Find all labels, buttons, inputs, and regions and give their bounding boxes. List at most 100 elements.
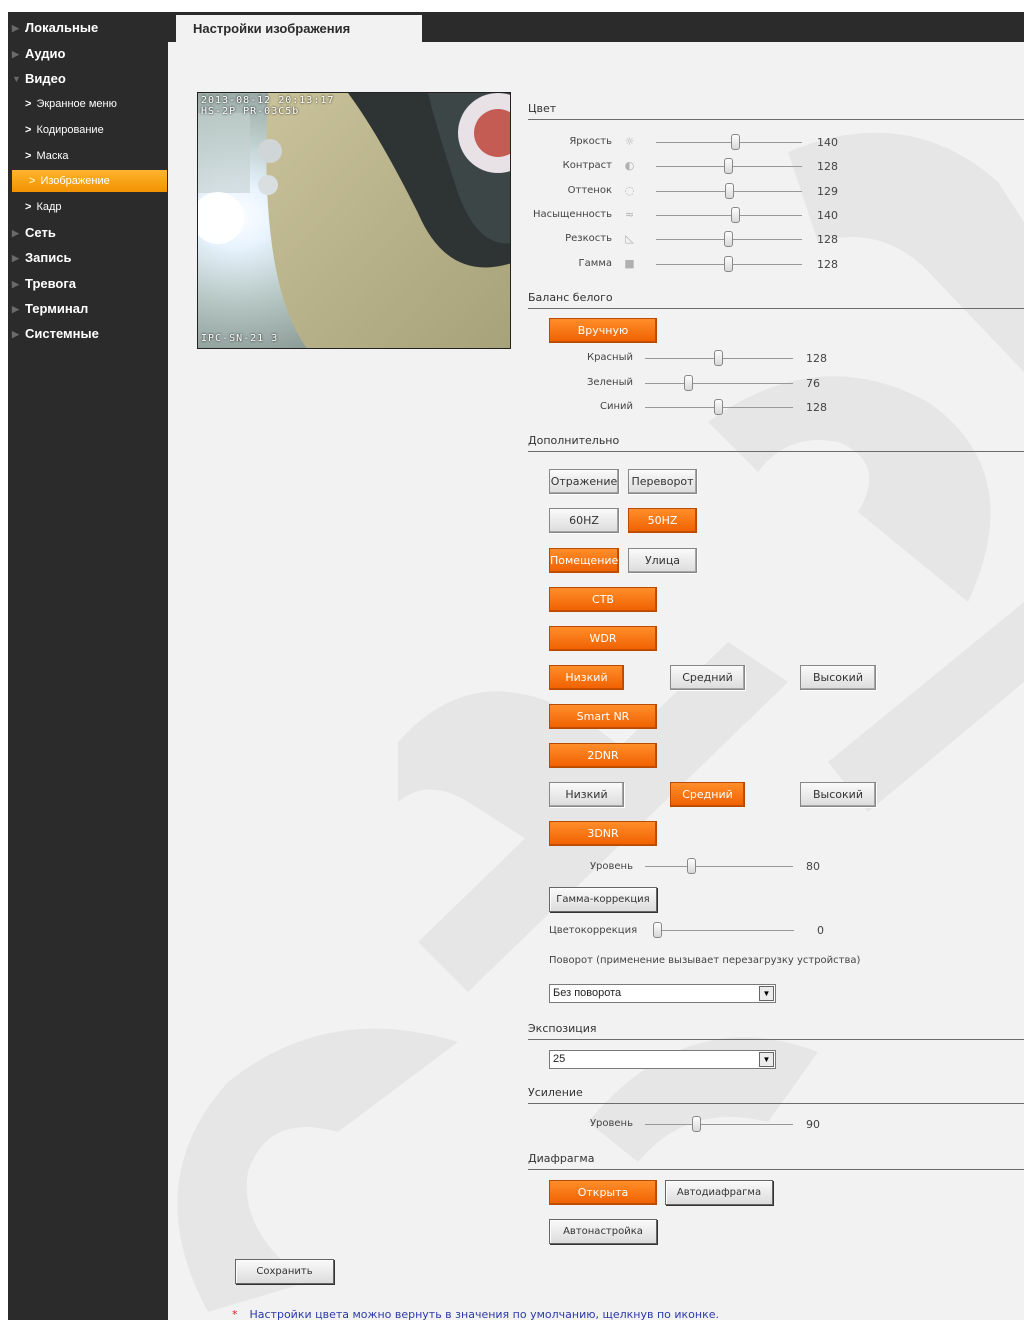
dropdown-arrow-icon[interactable]: ▼ [759, 1052, 774, 1067]
wb-slider-track [645, 383, 793, 384]
section-gain: Усиление [528, 1086, 1024, 1104]
saturation-icon[interactable]: ≈ [623, 208, 636, 221]
nr-level-slider[interactable] [687, 858, 697, 874]
preview-camera-name: HS-2P PR-03C5b [201, 106, 300, 117]
color-slider-handle[interactable] [724, 231, 733, 247]
gain-level-label: Уровень [589, 1118, 633, 1129]
chevron-right-icon: > [25, 150, 32, 162]
indoor-button[interactable]: Помещение [549, 548, 619, 573]
wdr-medium-button[interactable]: Средний [670, 665, 745, 690]
nr-low-button[interactable]: Низкий [549, 782, 624, 807]
3dnr-button[interactable]: 3DNR [549, 821, 657, 846]
color-correction-label: Цветокоррекция [549, 925, 638, 936]
wdr-button[interactable]: WDR [549, 626, 657, 651]
color-slider-handle[interactable] [724, 256, 733, 272]
sidebar-item-mask[interactable]: > Маска [8, 145, 168, 167]
wb-slider-label: Красный [586, 352, 633, 363]
sidebar-item-alarm[interactable]: ▶ Тревога [8, 272, 168, 296]
dropdown-arrow-icon[interactable]: ▼ [759, 986, 774, 1001]
sidebar-item-local[interactable]: ▶ Локальные [8, 16, 168, 40]
gamma-icon[interactable]: ■ [623, 257, 636, 270]
sidebar-item-audio[interactable]: ▶ Аудио [8, 42, 168, 66]
color-slider-label: Гамма [578, 258, 612, 269]
wb-slider-value: 76 [806, 377, 820, 390]
color-slider-handle[interactable] [731, 134, 741, 150]
auto-iris-button[interactable]: Автодиафрагма [665, 1180, 773, 1205]
sidebar-item-frame[interactable]: > Кадр [8, 196, 168, 218]
sun-icon[interactable]: ☼ [623, 135, 636, 148]
wb-slider-label: Зеленый [586, 377, 633, 388]
wb-slider-handle[interactable] [714, 350, 723, 366]
sidebar-item-image[interactable]: > Изображение [12, 170, 167, 192]
2dnr-button[interactable]: 2DNR [549, 743, 657, 768]
color-slider-value: 128 [817, 160, 838, 173]
color-slider-track [656, 215, 802, 216]
nr-medium-button[interactable]: Средний [670, 782, 745, 807]
wb-slider-label: Синий [599, 401, 633, 412]
autosetup-button[interactable]: Автонастройка [549, 1219, 657, 1244]
color-slider-handle[interactable] [724, 183, 734, 199]
ctb-button[interactable]: СТВ [549, 587, 657, 612]
flip-button[interactable]: Переворот [628, 469, 697, 494]
color-correction-track [657, 930, 794, 931]
chevron-right-icon: > [25, 98, 32, 110]
color-slider-label: Яркость [569, 136, 612, 147]
smart-nr-button[interactable]: Smart NR [549, 704, 657, 729]
wdr-low-button[interactable]: Низкий [549, 665, 624, 690]
color-slider-track [656, 142, 802, 143]
color-slider-label: Контраст [562, 160, 612, 171]
chevron-right-icon: > [29, 175, 36, 187]
chevron-right-icon: > [25, 124, 32, 136]
color-correction-slider[interactable] [653, 922, 662, 938]
contrast-icon[interactable]: ◐ [623, 159, 636, 172]
nr-high-button[interactable]: Высокий [800, 782, 876, 807]
sidebar-item-terminal[interactable]: ▶ Терминал [8, 297, 168, 321]
color-correction-value: 0 [817, 924, 824, 937]
arrow-down-icon: ▼ [12, 74, 21, 84]
60hz-button[interactable]: 60HZ [549, 508, 619, 533]
gain-level-slider[interactable] [691, 1116, 701, 1132]
tab-image-settings[interactable]: Настройки изображения [176, 15, 422, 42]
section-iris: Диафрагма [528, 1152, 1024, 1170]
color-slider-label: Насыщенность [532, 209, 612, 220]
wb-slider-handle[interactable] [684, 375, 694, 391]
wb-manual-button[interactable]: Вручную [549, 318, 657, 343]
color-slider-label: Оттенок [567, 185, 612, 196]
sidebar-item-system[interactable]: ▶ Системные [8, 322, 168, 346]
50hz-button[interactable]: 50HZ [628, 508, 697, 533]
sidebar-item-network[interactable]: ▶ Сеть [8, 221, 168, 245]
wb-slider-handle[interactable] [714, 399, 723, 415]
iris-open-button[interactable]: Открыта [549, 1180, 657, 1205]
arrow-right-icon: ▶ [12, 279, 19, 289]
arrow-right-icon: ▶ [12, 228, 19, 238]
section-white-balance: Баланс белого [528, 291, 1024, 309]
color-slider-value: 129 [817, 185, 838, 198]
arrow-right-icon: ▶ [12, 23, 19, 33]
exposure-select[interactable]: 25 ▼ [549, 1050, 776, 1069]
color-slider-handle[interactable] [731, 207, 741, 223]
color-slider-handle[interactable] [724, 158, 733, 174]
sidebar-item-video[interactable]: ▼ Видео [8, 67, 168, 91]
arrow-right-icon: ▶ [12, 49, 19, 59]
camera-image [198, 93, 510, 348]
gamma-correction-button[interactable]: Гамма-коррекция [549, 887, 657, 912]
sidebar-item-osd[interactable]: > Экранное меню [8, 93, 168, 115]
gain-level-track [645, 1124, 793, 1125]
sidebar-item-record[interactable]: ▶ Запись [8, 246, 168, 270]
section-exposure: Экспозиция [528, 1022, 1024, 1040]
outdoor-button[interactable]: Улица [628, 548, 697, 573]
wb-slider-value: 128 [806, 401, 827, 414]
hue-icon[interactable]: ◌ [623, 184, 636, 197]
gain-level-value: 90 [806, 1118, 820, 1131]
sharpness-icon[interactable]: ◺ [623, 232, 636, 245]
color-slider-value: 128 [817, 233, 838, 246]
mirror-button[interactable]: Отражение [549, 469, 619, 494]
sidebar-item-encoding[interactable]: > Кодирование [8, 119, 168, 141]
section-color: Цвет [528, 102, 1024, 120]
rotation-select[interactable]: Без поворота ▼ [549, 984, 776, 1003]
rotation-label: Поворот (применение вызывает перезагрузк… [549, 955, 861, 966]
wb-slider-value: 128 [806, 352, 827, 365]
section-advanced: Дополнительно [528, 434, 1024, 452]
wdr-high-button[interactable]: Высокий [800, 665, 876, 690]
save-button[interactable]: Сохранить [235, 1259, 334, 1284]
